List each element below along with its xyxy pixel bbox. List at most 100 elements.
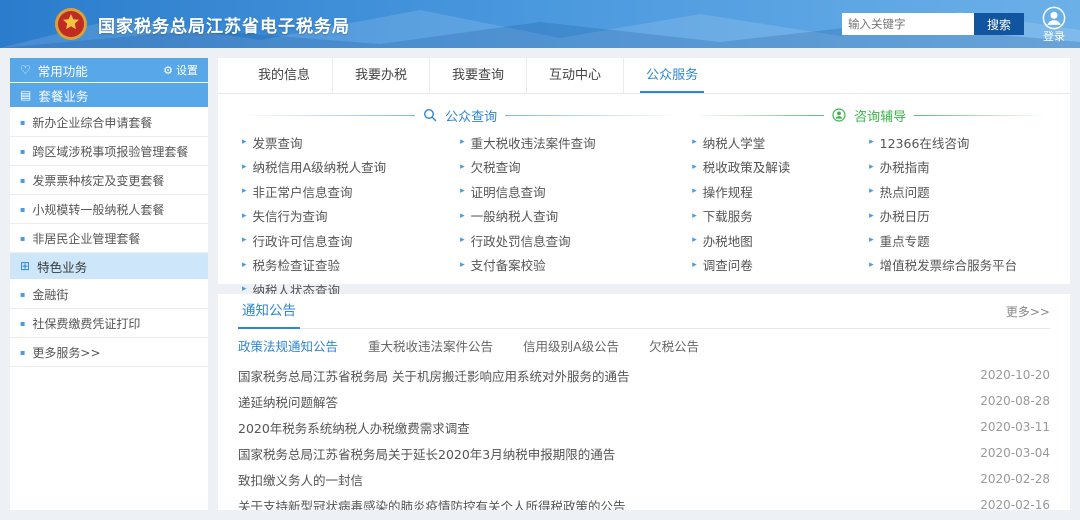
news-list: 国家税务总局江苏省税务局 关于机房搬迁影响应用系统对外服务的通告 2020-10… [238,362,1050,510]
notice-title-tab[interactable]: 通知公告 [238,294,300,329]
arrow-icon: ▸ [869,162,874,172]
sidebar-item-new-enterprise[interactable]: ▪ 新办企业综合申请套餐 [10,108,208,137]
search-input[interactable] [842,13,974,35]
link-label: 失信行为查询 [253,206,328,225]
arrow-icon: ▸ [242,162,247,172]
link-label: 行政许可信息查询 [253,231,353,250]
news-title: 致扣缴义务人的一封信 [238,470,383,489]
link-download-service[interactable]: ▸下载服务 [692,204,869,229]
tab-tax-handling[interactable]: 我要办税 [333,58,430,93]
tab-public-service[interactable]: 公众服务 [624,58,720,93]
link-survey[interactable]: ▸调查问卷 [692,253,869,278]
link-tax-policy[interactable]: ▸税收政策及解读 [692,155,869,180]
link-label: 税务检查证查验 [253,255,341,274]
bullet-icon: ▪ [20,176,25,185]
sidebar-header-favorites[interactable]: ♡ 常用功能 ⚙ 设置 [10,58,208,82]
sidebar-item-social-insurance-print[interactable]: ▪ 社保费缴费凭证打印 [10,309,208,338]
notice-tab-arrears[interactable]: 欠税公告 [649,336,699,355]
arrow-icon: ▸ [692,235,697,245]
sidebar-item-cross-region[interactable]: ▪ 跨区域涉税事项报验管理套餐 [10,137,208,166]
arrow-icon: ▸ [460,260,465,270]
news-title: 2020年税务系统纳税人办税缴费需求调查 [238,418,490,437]
link-vat-invoice-platform[interactable]: ▸增值税发票综合服务平台 [869,253,1046,278]
sidebar-item-invoice-type[interactable]: ▪ 发票票种核定及变更套餐 [10,166,208,195]
arrow-icon: ▸ [242,137,247,147]
link-label: 操作规程 [703,182,753,201]
tab-interaction-center[interactable]: 互动中心 [527,58,624,93]
link-label: 一般纳税人查询 [471,206,559,225]
link-tax-calendar[interactable]: ▸办税日历 [869,204,1046,229]
main-tabs: 我的信息 我要办税 我要查询 互动中心 公众服务 [218,58,1070,94]
notice-tab-policy[interactable]: 政策法规通知公告 [238,336,338,355]
clipboard-icon: ▤ [20,89,31,101]
notice-tab-credit-a[interactable]: 信用级别A级公告 [523,336,619,355]
tab-my-info[interactable]: 我的信息 [236,58,333,93]
link-general-taxpayer-query[interactable]: ▸ 一般纳税人查询 [460,204,678,229]
link-tax-map[interactable]: ▸ 办税地图 [692,228,869,253]
link-label: 调查问卷 [703,255,753,274]
news-date: 2020-02-28 [980,472,1050,486]
arrow-icon: ▸ [460,211,465,221]
link-12366-online[interactable]: ▸12366在线咨询 [869,130,1046,155]
heart-icon: ♡ [20,64,31,76]
sidebar-item-finance-street[interactable]: ▪ 金融街 [10,280,208,309]
consult-col2: ▸12366在线咨询 ▸ 办税指南 ▸热点问题 ▸办税日历 ▸重点专题 ▸增值税发… [869,130,1046,277]
search-button[interactable]: 搜索 [974,13,1024,35]
link-credit-a-taxpayer-query[interactable]: ▸纳税信用A级纳税人查询 [242,155,460,180]
sidebar-header-special[interactable]: ⊞ 特色业务 [10,253,208,279]
link-invoice-query[interactable]: ▸发票查询 [242,130,460,155]
arrow-icon: ▸ [869,235,874,245]
news-date: 2020-08-28 [980,394,1050,408]
news-item[interactable]: 关于支持新型冠状病毒感染的肺炎疫情防控有关个人所得税政策的公告 2020-02-… [238,492,1050,510]
link-certificate-info-query[interactable]: ▸证明信息查询 [460,179,678,204]
arrow-icon: ▸ [869,137,874,147]
sidebar-item-label: 新办企业综合申请套餐 [32,114,152,131]
settings-link[interactable]: ⚙ 设置 [163,62,198,78]
arrow-icon: ▸ [869,186,874,196]
gear-icon: ⚙ [163,64,173,77]
arrow-icon: ▸ [692,186,697,196]
link-label: 办税指南 [880,157,930,176]
link-key-topics[interactable]: ▸重点专题 [869,228,1046,253]
sidebar-item-nonresident[interactable]: ▪ 非居民企业管理套餐 [10,224,208,253]
sidebar-item-label: 小规模转一般纳税人套餐 [32,201,164,218]
link-hot-issues[interactable]: ▸热点问题 [869,179,1046,204]
arrow-icon: ▸ [869,260,874,270]
news-title: 国家税务总局江苏省税务局 关于机房搬迁影响应用系统对外服务的通告 [238,366,649,385]
link-label: 非正常户信息查询 [253,182,353,201]
sidebar-header-packages[interactable]: ▤ 套餐业务 [10,83,208,107]
link-dishonesty-query[interactable]: ▸失信行为查询 [242,204,460,229]
more-link[interactable]: 更多>> [1006,303,1050,320]
user-avatar-icon[interactable] [1042,6,1066,30]
arrow-icon: ▸ [692,162,697,172]
link-label: 支付备案校验 [471,255,546,274]
tab-my-query[interactable]: 我要查询 [430,58,527,93]
link-payment-record-check[interactable]: ▸ 支付备案校验 [460,253,678,278]
sidebar-item-label: 金融街 [32,286,68,303]
sidebar-item-small-to-general[interactable]: ▪ 小规模转一般纳税人套餐 [10,195,208,224]
arrow-icon: ▸ [869,211,874,221]
news-item[interactable]: 致扣缴义务人的一封信 2020-02-28 [238,466,1050,492]
login-link[interactable]: 登录 [1043,31,1065,42]
link-admin-penalty-query[interactable]: ▸行政处罚信息查询 [460,228,678,253]
link-taxpayer-school[interactable]: ▸纳税人学堂 [692,130,869,155]
link-abnormal-account-query[interactable]: ▸非正常户信息查询 [242,179,460,204]
services-panel: 我的信息 我要办税 我要查询 互动中心 公众服务 公众查询 [218,58,1070,284]
news-item[interactable]: 国家税务总局江苏省税务局 关于机房搬迁影响应用系统对外服务的通告 2020-10… [238,362,1050,388]
sidebar-item-more-services[interactable]: ▪ 更多服务>> [10,338,208,367]
link-admin-license-query[interactable]: ▸行政许可信息查询 [242,228,460,253]
sidebar-item-label: 跨区域涉税事项报验管理套餐 [32,143,188,160]
news-item[interactable]: 递延纳税问题解答 2020-08-28 [238,388,1050,414]
news-item[interactable]: 国家税务总局江苏省税务局关于延长2020年3月纳税申报期限的通告 2020-03… [238,440,1050,466]
sidebar-item-label: 发票票种核定及变更套餐 [32,172,164,189]
link-inspection-cert-check[interactable]: ▸ 税务检查证查验 [242,253,460,278]
notice-tab-major-violation[interactable]: 重大税收违法案件公告 [368,336,493,355]
arrow-icon: ▸ [460,137,465,147]
news-item[interactable]: 2020年税务系统纳税人办税缴费需求调查 2020-03-11 [238,414,1050,440]
link-major-violation-query[interactable]: ▸重大税收违法案件查询 [460,130,678,155]
arrow-icon: ▸ [242,260,247,270]
link-tax-guide[interactable]: ▸ 办税指南 [869,155,1046,180]
link-operation-rules[interactable]: ▸ 操作规程 [692,179,869,204]
link-tax-arrears-query[interactable]: ▸欠税查询 [460,155,678,180]
link-label: 办税地图 [703,231,753,250]
